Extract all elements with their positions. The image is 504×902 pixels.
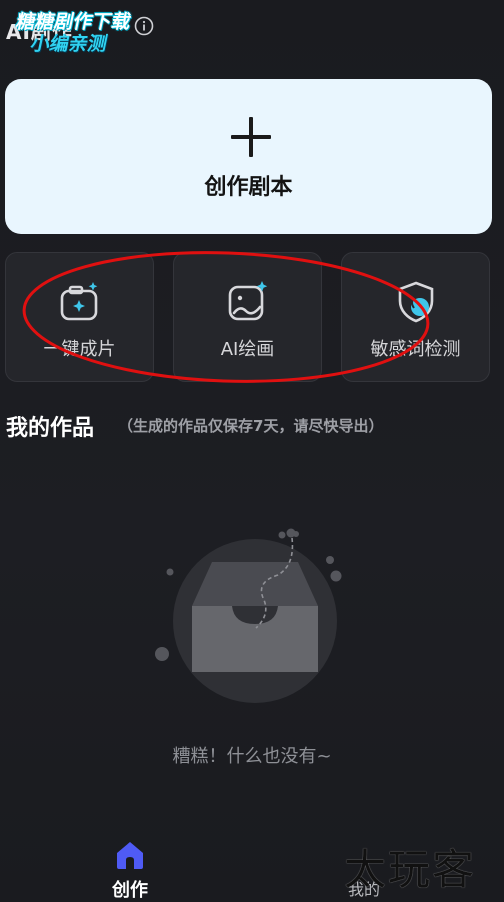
- plus-icon: [231, 117, 271, 157]
- tool-ai-painting[interactable]: AI绘画: [173, 252, 322, 382]
- nav-tab-create-label: 创作: [112, 880, 148, 901]
- empty-box-illustration: [155, 528, 342, 703]
- watermark-overlay: 糖糖剧作下载 小编亲测: [9, 11, 133, 56]
- tool-label: AI绘画: [220, 339, 275, 360]
- create-script-label: 创作剧本: [204, 175, 293, 200]
- top-bar: AI剧作 糖糖剧作下载 小编亲测: [0, 0, 504, 60]
- works-section-title: 我的作品: [6, 416, 95, 441]
- watermark-line1: 糖糖剧作下载: [14, 11, 133, 33]
- tool-label: 敏感词检测: [370, 339, 461, 360]
- sparkle-image-icon: [228, 281, 267, 321]
- home-icon: [117, 842, 143, 869]
- works-section-note: （生成的作品仅保存7天，请尽快导出）: [118, 417, 384, 435]
- empty-state-text: 糟糕！什么也没有~: [172, 746, 332, 767]
- create-script-button[interactable]: 创作剧本: [5, 79, 492, 234]
- watermark-logo: 太玩客: [344, 845, 477, 894]
- tool-label: 一键成片: [43, 339, 116, 360]
- info-icon[interactable]: [134, 16, 154, 36]
- shield-check-icon: [398, 281, 433, 323]
- nav-tab-create[interactable]: 创作: [108, 840, 152, 902]
- watermark-line2: 小编亲测: [28, 32, 110, 55]
- sparkle-camera-icon: [60, 282, 97, 321]
- tool-sensitive-word-check[interactable]: 敏感词检测: [341, 252, 490, 382]
- tool-one-click-video[interactable]: 一键成片: [5, 252, 154, 382]
